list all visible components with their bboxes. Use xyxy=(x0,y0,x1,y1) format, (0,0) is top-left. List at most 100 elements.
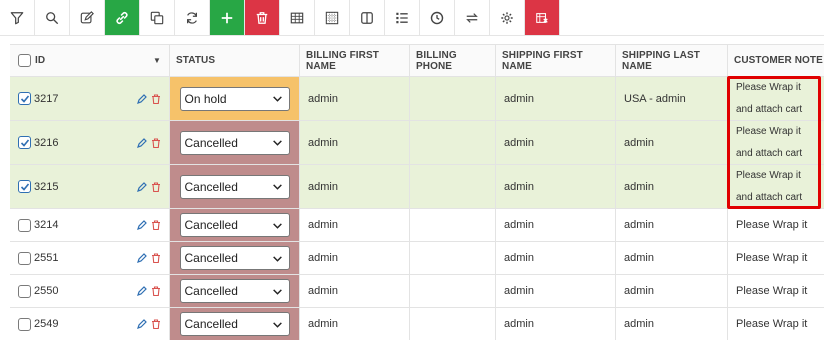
customer-note-cell[interactable]: Please Wrap it xyxy=(728,242,824,274)
shipping-last-name-cell[interactable]: USA - admin xyxy=(616,77,728,120)
table-view-button[interactable] xyxy=(280,0,315,35)
status-select[interactable]: Cancelled xyxy=(179,213,290,237)
row-checkbox[interactable] xyxy=(18,251,31,265)
table-row[interactable]: 2549 Cancelled admin admin admin Please … xyxy=(10,308,824,340)
shipping-first-name-cell[interactable]: admin xyxy=(496,242,616,274)
grid-view-button[interactable] xyxy=(315,0,350,35)
header-billing-phone[interactable]: BILLING PHONE xyxy=(410,45,496,76)
pencil-icon[interactable] xyxy=(137,220,147,230)
duplicate-button[interactable] xyxy=(140,0,175,35)
pencil-icon[interactable] xyxy=(137,319,147,329)
customer-note-cell[interactable]: Please Wrap it xyxy=(728,275,824,307)
header-status[interactable]: STATUS xyxy=(170,45,300,76)
shipping-last-name-cell[interactable]: admin xyxy=(616,308,728,340)
billing-first-name-cell[interactable]: admin xyxy=(300,77,410,120)
trash-icon[interactable] xyxy=(151,93,161,104)
status-select[interactable]: Cancelled xyxy=(179,279,290,303)
shipping-last-name-cell[interactable]: admin xyxy=(616,242,728,274)
trash-icon[interactable] xyxy=(151,319,161,329)
shipping-first-name-cell[interactable]: admin xyxy=(496,77,616,120)
header-shipping-last-name[interactable]: SHIPPING LAST NAME xyxy=(616,45,728,76)
billing-first-name-cell[interactable]: admin xyxy=(300,121,410,164)
row-checkbox[interactable] xyxy=(18,317,31,331)
customer-note-cell[interactable]: Please Wrap it xyxy=(728,308,824,340)
shipping-last-name-cell[interactable]: admin xyxy=(616,209,728,241)
pencil-icon[interactable] xyxy=(137,253,147,263)
row-checkbox[interactable] xyxy=(18,92,31,105)
billing-first-name-cell[interactable]: admin xyxy=(300,275,410,307)
export-button[interactable] xyxy=(525,0,560,35)
pencil-icon[interactable] xyxy=(137,93,147,104)
row-checkbox[interactable] xyxy=(18,180,31,193)
list-button[interactable] xyxy=(385,0,420,35)
table-icon xyxy=(290,12,304,23)
pencil-icon[interactable] xyxy=(137,181,147,192)
sort-caret-icon[interactable]: ▼ xyxy=(153,56,161,65)
header-customer-note[interactable]: CUSTOMER NOTE xyxy=(728,45,824,76)
table-row[interactable]: 3215 Cancelled admin admin admin Please … xyxy=(10,165,824,209)
trash-icon[interactable] xyxy=(151,220,161,230)
billing-phone-cell[interactable] xyxy=(410,209,496,241)
columns-button[interactable] xyxy=(350,0,385,35)
trash-icon[interactable] xyxy=(151,253,161,263)
status-value: Cancelled xyxy=(184,284,238,298)
refresh-button[interactable] xyxy=(175,0,210,35)
select-all-checkbox[interactable] xyxy=(18,54,31,67)
billing-phone-cell[interactable] xyxy=(410,77,496,120)
header-id-label: ID xyxy=(35,55,46,66)
billing-first-name-cell[interactable]: admin xyxy=(300,209,410,241)
pencil-icon[interactable] xyxy=(137,286,147,296)
swap-button[interactable] xyxy=(455,0,490,35)
shipping-last-name-cell[interactable]: admin xyxy=(616,121,728,164)
header-shipping-first-name[interactable]: SHIPPING FIRST NAME xyxy=(496,45,616,76)
add-button[interactable] xyxy=(210,0,245,35)
settings-button[interactable] xyxy=(490,0,525,35)
trash-icon[interactable] xyxy=(151,286,161,296)
pencil-icon[interactable] xyxy=(137,137,147,148)
billing-phone-cell[interactable] xyxy=(410,308,496,340)
shipping-first-name-cell[interactable]: admin xyxy=(496,165,616,208)
billing-first-name-cell[interactable]: admin xyxy=(300,242,410,274)
edit-button[interactable] xyxy=(70,0,105,35)
billing-phone-cell[interactable] xyxy=(410,242,496,274)
row-checkbox[interactable] xyxy=(18,218,31,232)
table-row[interactable]: 3216 Cancelled admin admin admin Please … xyxy=(10,121,824,165)
trash-icon[interactable] xyxy=(151,181,161,192)
header-billing-first-name[interactable]: BILLING FIRST NAME xyxy=(300,45,410,76)
shipping-first-name-cell[interactable]: admin xyxy=(496,121,616,164)
order-id: 3217 xyxy=(34,92,59,105)
table-row[interactable]: 2551 Cancelled admin admin admin Please … xyxy=(10,242,824,275)
billing-phone-cell[interactable] xyxy=(410,121,496,164)
filter-button[interactable] xyxy=(0,0,35,35)
billing-phone-cell[interactable] xyxy=(410,165,496,208)
shipping-first-name-cell[interactable]: admin xyxy=(496,275,616,307)
trash-icon[interactable] xyxy=(151,137,161,148)
delete-button[interactable] xyxy=(245,0,280,35)
table-row[interactable]: 3217 On hold admin admin USA - admin Ple… xyxy=(10,77,824,121)
status-select[interactable]: Cancelled xyxy=(179,130,290,155)
row-checkbox[interactable] xyxy=(18,284,31,298)
chevron-down-icon xyxy=(272,222,282,229)
status-select[interactable]: Cancelled xyxy=(179,312,290,336)
link-button[interactable] xyxy=(105,0,140,35)
row-checkbox[interactable] xyxy=(18,136,31,149)
shipping-first-name-cell[interactable]: admin xyxy=(496,308,616,340)
list-icon xyxy=(396,12,408,23)
history-button[interactable] xyxy=(420,0,455,35)
status-select[interactable]: On hold xyxy=(179,86,290,111)
shipping-last-name-cell[interactable]: admin xyxy=(616,165,728,208)
status-select[interactable]: Cancelled xyxy=(179,246,290,270)
billing-first-name-cell[interactable]: admin xyxy=(300,165,410,208)
search-button[interactable] xyxy=(35,0,70,35)
billing-phone-cell[interactable] xyxy=(410,275,496,307)
shipping-last-name-cell[interactable]: admin xyxy=(616,275,728,307)
status-select[interactable]: Cancelled xyxy=(179,174,290,199)
billing-first-name-cell[interactable]: admin xyxy=(300,308,410,340)
customer-note-cell[interactable]: Please Wrap it xyxy=(728,209,824,241)
header-id[interactable]: ID ▼ xyxy=(10,45,170,76)
delete-icon xyxy=(256,11,268,24)
shipping-first-name-cell[interactable]: admin xyxy=(496,209,616,241)
table-row[interactable]: 3214 Cancelled admin admin admin Please … xyxy=(10,209,824,242)
table-row[interactable]: 2550 Cancelled admin admin admin Please … xyxy=(10,275,824,308)
checkmark-icon xyxy=(20,138,29,147)
